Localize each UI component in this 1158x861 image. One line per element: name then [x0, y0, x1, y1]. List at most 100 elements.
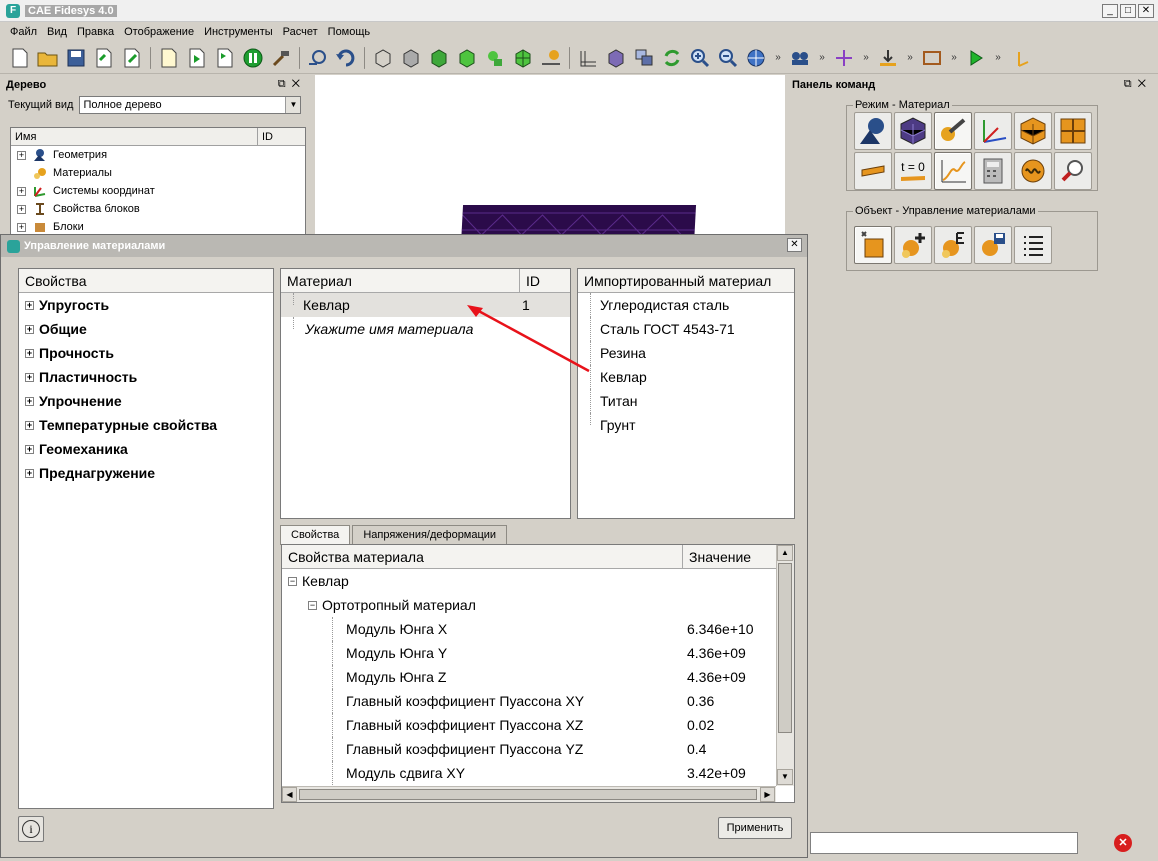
- tree-item-materials[interactable]: Материалы: [11, 164, 305, 182]
- expand-icon[interactable]: +: [17, 150, 26, 160]
- load-icon[interactable]: [876, 46, 900, 70]
- axes-icon[interactable]: [1008, 46, 1032, 70]
- tools-icon[interactable]: [269, 46, 293, 70]
- category-hardening[interactable]: + Упрочнение: [19, 389, 273, 413]
- calculator-button[interactable]: [974, 152, 1012, 190]
- material-model-row[interactable]: − Ортотропный материал: [282, 593, 794, 617]
- create-material-button[interactable]: [854, 226, 892, 264]
- menu-tools[interactable]: Инструменты: [199, 26, 278, 38]
- expand-icon[interactable]: +: [25, 324, 34, 334]
- coordinate-mode-button[interactable]: [974, 112, 1012, 150]
- category-thermal[interactable]: + Температурные свойства: [19, 413, 273, 437]
- tree-item-geometry[interactable]: + Геометрия: [11, 146, 305, 164]
- tree-col-id[interactable]: ID: [257, 128, 305, 145]
- run-id-icon[interactable]: [213, 46, 237, 70]
- collapse-icon[interactable]: −: [308, 600, 317, 610]
- mesh-mode-button[interactable]: [894, 112, 932, 150]
- add-material-button[interactable]: [894, 226, 932, 264]
- gray-cube-icon[interactable]: [399, 46, 423, 70]
- material-col[interactable]: Материал: [281, 269, 519, 292]
- nodes-icon[interactable]: [539, 46, 563, 70]
- category-geomechanics[interactable]: + Геомеханика: [19, 437, 273, 461]
- close-button[interactable]: ✕: [1138, 4, 1154, 18]
- menu-calc[interactable]: Расчет: [278, 26, 323, 38]
- category-elasticity[interactable]: + Упругость: [19, 293, 273, 317]
- command-line-input[interactable]: [810, 832, 1078, 854]
- menu-display[interactable]: Отображение: [119, 26, 199, 38]
- material-mode-button[interactable]: [934, 112, 972, 150]
- maximize-button[interactable]: □: [1120, 4, 1136, 18]
- panel-float-close-icon[interactable]: ⧉✕: [278, 78, 306, 91]
- scroll-thumb[interactable]: [778, 563, 792, 733]
- section-mode-button[interactable]: [1054, 112, 1092, 150]
- toolbar-overflow-icon[interactable]: »: [992, 46, 1004, 70]
- initial-conditions-button[interactable]: t = 0: [894, 152, 932, 190]
- property-row[interactable]: Главный коэффициент Пуассона XY 0.36: [282, 689, 794, 713]
- refresh-icon[interactable]: [660, 46, 684, 70]
- props-col[interactable]: Свойства материала: [282, 545, 682, 568]
- toolbar-overflow-icon[interactable]: »: [948, 46, 960, 70]
- power-icon[interactable]: [306, 46, 330, 70]
- property-row[interactable]: Главный коэффициент Пуассона XZ 0.02: [282, 713, 794, 737]
- vertical-scrollbar[interactable]: ▲ ▼: [776, 545, 794, 786]
- geometry-mode-button[interactable]: [854, 112, 892, 150]
- scroll-thumb[interactable]: [299, 789, 757, 800]
- imported-material-item[interactable]: Титан: [578, 389, 794, 413]
- dialog-close-button[interactable]: ✕: [787, 238, 802, 252]
- expand-icon[interactable]: +: [25, 372, 34, 382]
- tab-properties[interactable]: Свойства: [280, 525, 351, 545]
- group-icon[interactable]: [788, 46, 812, 70]
- tree-col-name[interactable]: Имя: [11, 128, 257, 145]
- toolbar-overflow-icon[interactable]: »: [904, 46, 916, 70]
- scroll-right-icon[interactable]: ▶: [760, 787, 775, 802]
- shapes-icon[interactable]: [483, 46, 507, 70]
- toolbar-overflow-icon[interactable]: »: [772, 46, 784, 70]
- pause-icon[interactable]: [241, 46, 265, 70]
- property-row[interactable]: Модуль Юнга Z 4.36e+09: [282, 665, 794, 689]
- expand-icon[interactable]: +: [17, 186, 26, 196]
- horizontal-scrollbar[interactable]: ◀ ▶: [282, 786, 776, 802]
- curve-mode-button[interactable]: [934, 152, 972, 190]
- open-folder-icon[interactable]: [36, 46, 60, 70]
- list-materials-button[interactable]: [1014, 226, 1052, 264]
- windows-icon[interactable]: [632, 46, 656, 70]
- green-cube-icon[interactable]: [427, 46, 451, 70]
- script-icon[interactable]: [157, 46, 181, 70]
- scroll-left-icon[interactable]: ◀: [282, 787, 297, 802]
- scroll-up-icon[interactable]: ▲: [777, 545, 793, 561]
- undo-icon[interactable]: [334, 46, 358, 70]
- property-row[interactable]: Модуль сдвига XY 3.42e+09: [282, 761, 794, 785]
- current-view-select[interactable]: Полное дерево ▼: [79, 96, 302, 114]
- purple-cube-icon[interactable]: [604, 46, 628, 70]
- grid-icon[interactable]: [576, 46, 600, 70]
- category-general[interactable]: + Общие: [19, 317, 273, 341]
- expand-icon[interactable]: +: [25, 444, 34, 454]
- id-col[interactable]: ID: [519, 269, 570, 292]
- property-value[interactable]: 4.36e+09: [687, 669, 746, 685]
- toolbar-overflow-icon[interactable]: »: [816, 46, 828, 70]
- toolbar-overflow-icon[interactable]: »: [860, 46, 872, 70]
- category-strength[interactable]: + Прочность: [19, 341, 273, 365]
- property-row[interactable]: Модуль Юнга X 6.346e+10: [282, 617, 794, 641]
- zoom-out-icon[interactable]: [716, 46, 740, 70]
- imported-material-item[interactable]: Кевлар: [578, 365, 794, 389]
- new-file-icon[interactable]: [8, 46, 32, 70]
- load-mode-button[interactable]: [854, 152, 892, 190]
- root-material-row[interactable]: − Кевлар: [282, 569, 794, 593]
- bounds-icon[interactable]: [920, 46, 944, 70]
- play-icon[interactable]: [964, 46, 988, 70]
- import-icon[interactable]: [92, 46, 116, 70]
- property-value[interactable]: 3.42e+09: [687, 765, 746, 781]
- analysis-mode-button[interactable]: [1014, 152, 1052, 190]
- imported-material-item[interactable]: Сталь ГОСТ 4543-71: [578, 317, 794, 341]
- panel-float-close-icon[interactable]: ⧉✕: [1124, 78, 1152, 91]
- menu-view[interactable]: Вид: [42, 26, 72, 38]
- collapse-icon[interactable]: −: [288, 576, 297, 586]
- tree-item-block-properties[interactable]: + Свойства блоков: [11, 200, 305, 218]
- solid-cube-icon[interactable]: [455, 46, 479, 70]
- scroll-down-icon[interactable]: ▼: [777, 769, 793, 785]
- block-mode-button[interactable]: [1014, 112, 1052, 150]
- zoom-in-icon[interactable]: [688, 46, 712, 70]
- property-value[interactable]: 0.02: [687, 717, 714, 733]
- save-material-button[interactable]: [974, 226, 1012, 264]
